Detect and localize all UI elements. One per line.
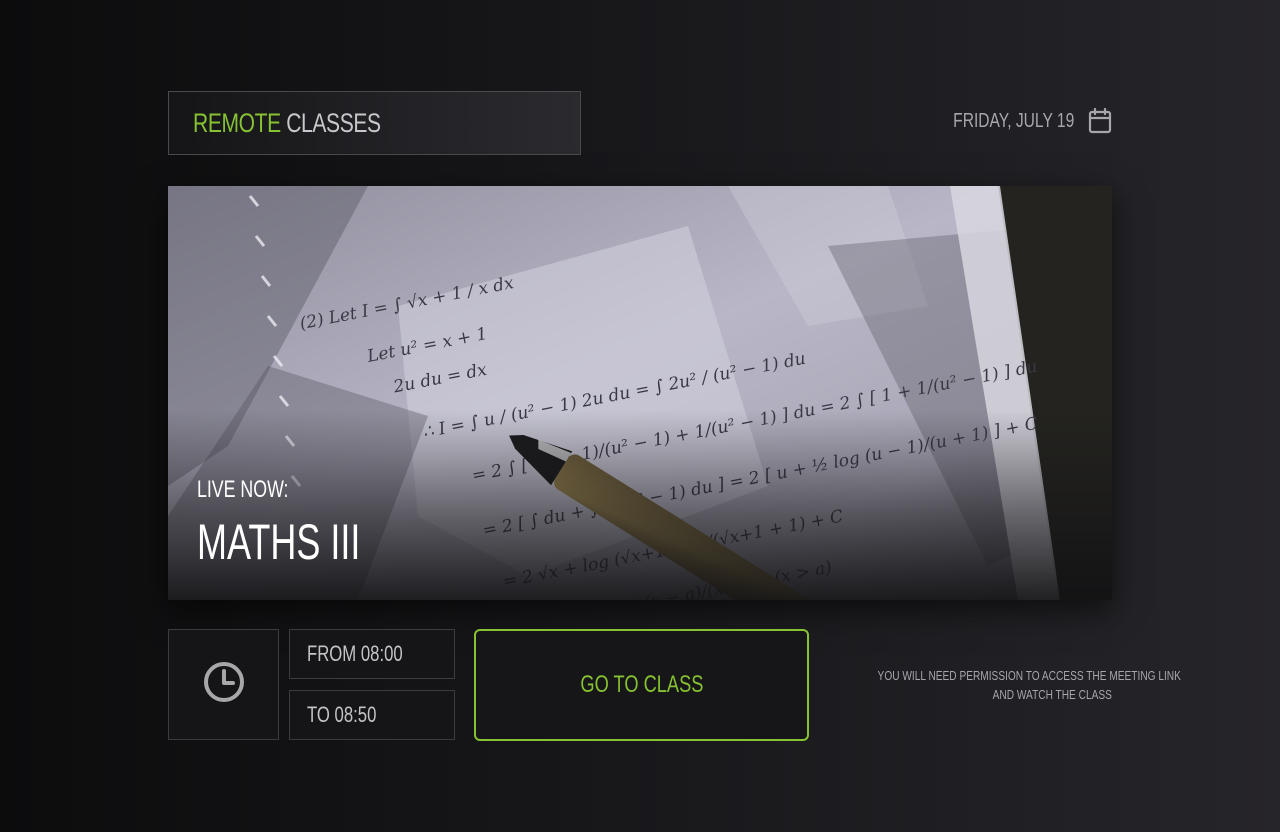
brand-rest-word: CLASSES: [286, 107, 381, 138]
go-to-class-button[interactable]: GO TO CLASS: [474, 629, 809, 741]
current-date: FRIDAY, JULY 19: [952, 109, 1074, 132]
class-title: MATHS III: [197, 514, 361, 570]
brand-accent-word: REMOTE: [193, 107, 281, 138]
end-time-label: TO 08:50: [307, 702, 377, 727]
clock-icon: [203, 661, 245, 708]
notice-line-2: AND WATCH THE CLASS: [992, 687, 1112, 702]
banner-gradient: [168, 410, 1112, 600]
go-to-class-label: GO TO CLASS: [579, 671, 704, 698]
start-time-label: FROM 08:00: [307, 641, 403, 666]
schedule-clock: [168, 629, 279, 740]
start-time: FROM 08:00: [289, 629, 455, 679]
end-time: TO 08:50: [289, 690, 455, 740]
live-now-label: LIVE NOW:: [197, 476, 289, 503]
brand-title: REMOTE CLASSES: [193, 108, 381, 139]
live-class-banner[interactable]: (2) Let I = ∫ √x + 1 / x dx Let u² = x +…: [168, 186, 1112, 600]
calendar-icon[interactable]: [1088, 108, 1112, 134]
date-display: FRIDAY, JULY 19: [919, 108, 1112, 134]
notice-line-1: YOU WILL NEED PERMISSION TO ACCESS THE M…: [877, 668, 1181, 683]
app-brand: REMOTE CLASSES: [168, 91, 581, 155]
permission-notice: YOU WILL NEED PERMISSION TO ACCESS THE M…: [792, 666, 1181, 704]
